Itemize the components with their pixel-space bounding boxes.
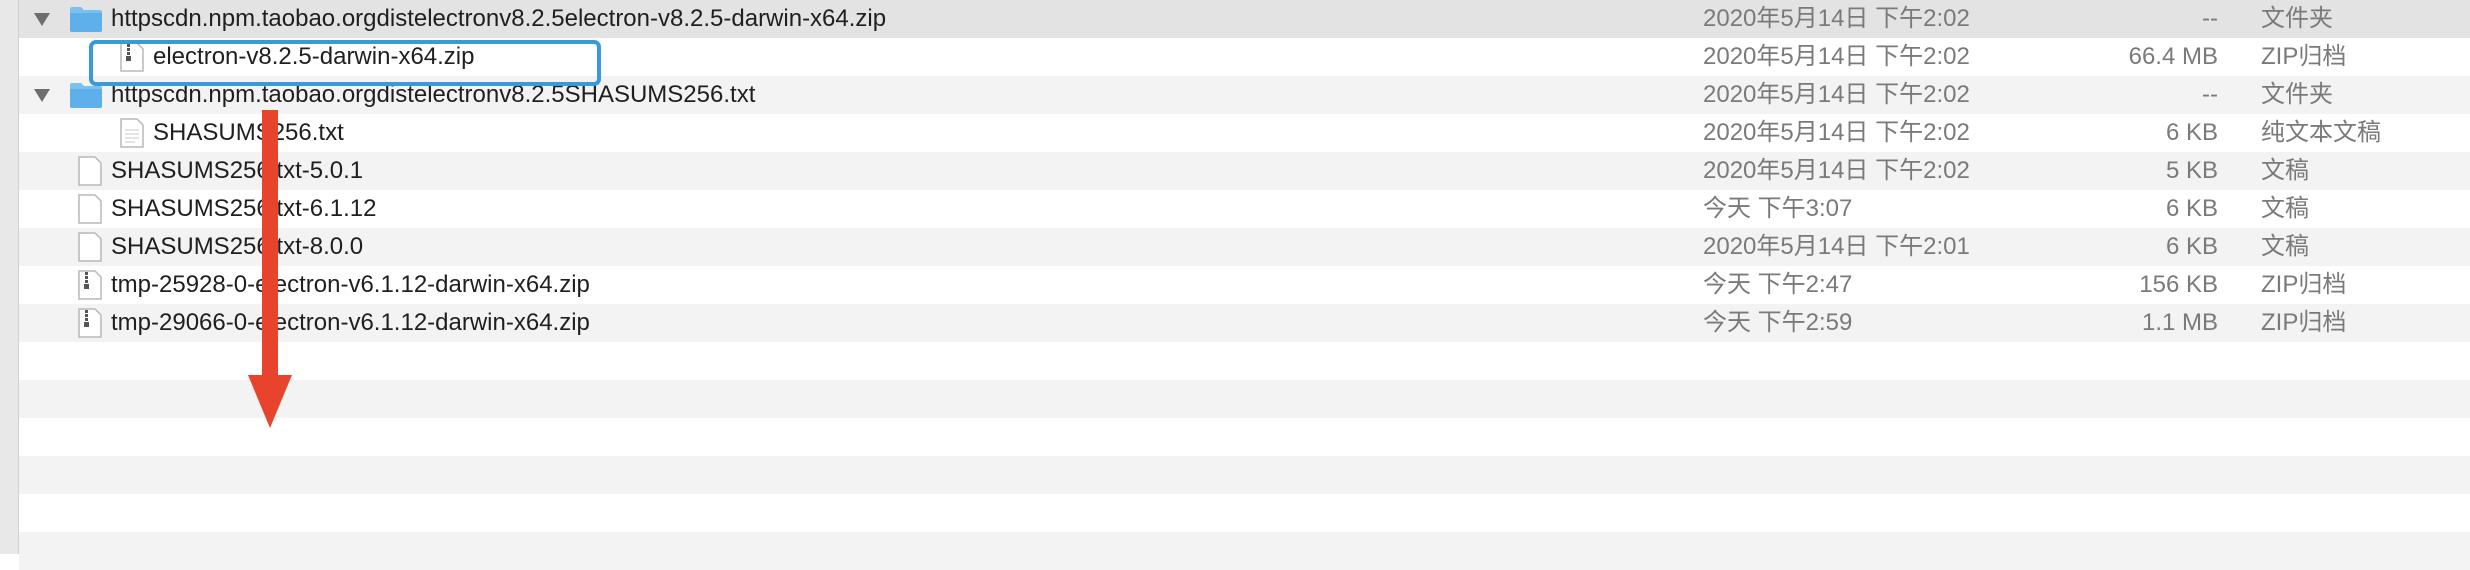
down-arrow-annotation-icon xyxy=(248,110,292,428)
